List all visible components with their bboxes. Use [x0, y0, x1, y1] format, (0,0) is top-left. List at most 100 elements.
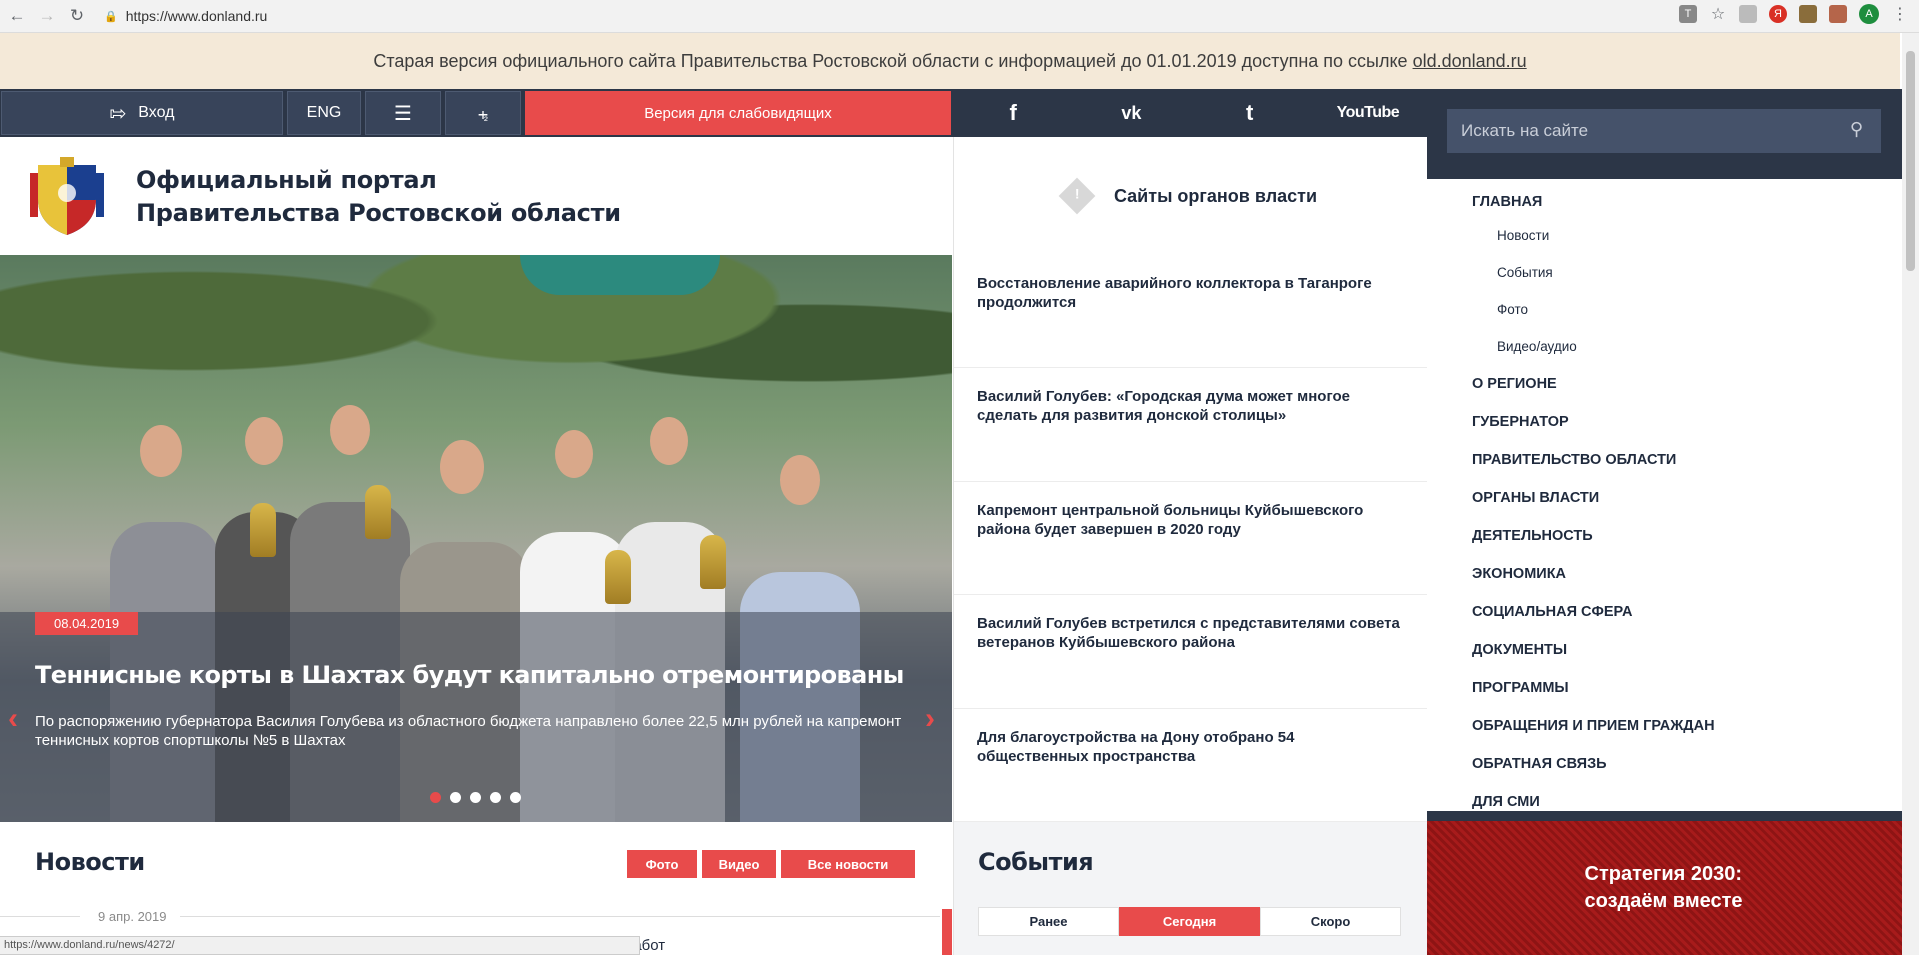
slider-dot[interactable]: [510, 792, 521, 803]
browser-toolbar: ← → ↻ 🔒 https://www.donland.ru T ☆ Я A ⋮: [0, 0, 1919, 33]
divider: [0, 916, 80, 917]
photo-button[interactable]: Фото: [627, 850, 697, 878]
all-news-button[interactable]: Все новости: [781, 850, 915, 878]
menu-item-appeals[interactable]: ОБРАЩЕНИЯ И ПРИЕМ ГРАЖДАН: [1472, 707, 1902, 745]
menu-item-activity[interactable]: ДЕЯТЕЛЬНОСТЬ: [1472, 517, 1902, 555]
authorities-label: Сайты органов власти: [1113, 185, 1318, 206]
tab-today[interactable]: Сегодня: [1119, 907, 1260, 936]
menu-item-governor[interactable]: ГУБЕРНАТОР: [1472, 403, 1902, 441]
browser-status-bar: https://www.donland.ru/news/4272/: [0, 936, 640, 955]
strategy-text: Стратегия 2030: создаём вместе: [1585, 861, 1745, 915]
yandex-extension-icon[interactable]: Я: [1769, 5, 1787, 23]
submenu-item-events[interactable]: События: [1472, 254, 1902, 291]
info-diamond-icon: [1058, 177, 1096, 215]
menu-item-documents[interactable]: ДОКУМЕНТЫ: [1472, 631, 1902, 669]
youtube-icon[interactable]: YouTube: [1309, 89, 1427, 137]
right-sidebar: ⚲ ГЛАВНАЯ Новости События Фото Видео/ауд…: [1427, 89, 1902, 955]
slider-dot[interactable]: [490, 792, 501, 803]
slider-pagination: [430, 792, 521, 803]
slider-next-icon[interactable]: ›: [925, 702, 935, 736]
slider-prev-icon[interactable]: ‹: [8, 702, 18, 736]
browser-menu-icon[interactable]: ⋮: [1891, 5, 1909, 23]
tab-soon[interactable]: Скоро: [1260, 907, 1401, 936]
list-item[interactable]: Василий Голубев: «Городская дума может м…: [954, 368, 1427, 482]
submenu-item-photo[interactable]: Фото: [1472, 291, 1902, 328]
strategy-line2: создаём вместе: [1584, 890, 1743, 912]
slider-dot[interactable]: [430, 792, 441, 803]
portal-title[interactable]: Официальный портал Правительства Ростовс…: [136, 164, 621, 230]
menu-item-media[interactable]: ДЛЯ СМИ: [1472, 783, 1902, 821]
news-list: Восстановление аварийного коллектора в Т…: [953, 255, 1427, 822]
video-button[interactable]: Видео: [702, 850, 776, 878]
search-icon[interactable]: ⚲: [1850, 119, 1863, 140]
tab-earlier[interactable]: Ранее: [978, 907, 1119, 936]
back-icon[interactable]: ←: [4, 3, 30, 29]
list-item[interactable]: Восстановление аварийного коллектора в Т…: [954, 255, 1427, 369]
news-headline: Для благоустройства на Дону отобрано 54 …: [977, 728, 1295, 765]
news-slider[interactable]: 08.04.2019 Теннисные корты в Шахтах буду…: [0, 255, 952, 822]
slider-dot[interactable]: [470, 792, 481, 803]
page-scrollbar[interactable]: [1902, 33, 1919, 955]
profile-avatar[interactable]: A: [1859, 4, 1879, 24]
menu-item-feedback[interactable]: ОБРАТНАЯ СВЯЗЬ: [1472, 745, 1902, 783]
old-site-link[interactable]: old.donland.ru: [1413, 51, 1527, 72]
slide-title[interactable]: Теннисные корты в Шахтах будут капитальн…: [35, 661, 904, 689]
news-date: 9 апр. 2019: [98, 909, 167, 924]
authorities-sites-button[interactable]: Сайты органов власти: [953, 137, 1427, 255]
menu-item-programs[interactable]: ПРОГРАММЫ: [1472, 669, 1902, 707]
bookmark-star-icon[interactable]: ☆: [1709, 5, 1727, 23]
login-label: Вход: [138, 104, 175, 121]
lock-icon: 🔒: [104, 10, 118, 23]
news-filter-buttons: Фото Видео Все новости: [627, 850, 915, 878]
search-input[interactable]: [1461, 121, 1841, 141]
menu-item-main[interactable]: ГЛАВНАЯ: [1472, 179, 1902, 217]
events-tabs: Ранее Сегодня Скоро: [978, 907, 1401, 936]
notice-text: Старая версия официального сайта Правите…: [373, 50, 1408, 71]
facebook-icon[interactable]: f: [954, 89, 1072, 137]
old-version-notice: Старая версия официального сайта Правите…: [0, 33, 1900, 89]
submenu-item-video-audio[interactable]: Видео/аудио: [1472, 328, 1902, 365]
main-menu: ГЛАВНАЯ Новости События Фото Видео/аудио…: [1427, 179, 1902, 811]
strategy-line1: Стратегия 2030:: [1584, 863, 1743, 885]
list-item[interactable]: Василий Голубев встретился с представите…: [954, 595, 1427, 709]
list-item[interactable]: Для благоустройства на Дону отобрано 54 …: [954, 709, 1427, 822]
login-button[interactable]: ⇰ Вход: [1, 91, 283, 135]
news-headline: Восстановление аварийного коллектора в Т…: [977, 275, 1372, 311]
site-toolbar: ⇰ Вход ENG ☰ ⨧ Версия для слабовидящих f…: [0, 89, 1427, 137]
address-bar[interactable]: https://www.donland.ru: [126, 8, 268, 24]
extension-icon[interactable]: [1799, 5, 1817, 23]
social-links: f vk t YouTube: [954, 89, 1427, 137]
sitemap-button[interactable]: ☰: [365, 91, 441, 135]
sitemap-icon: ☰: [394, 102, 412, 125]
twitter-icon[interactable]: t: [1191, 89, 1309, 137]
menu-item-authorities[interactable]: ОРГАНЫ ВЛАСТИ: [1472, 479, 1902, 517]
events-section: События Ранее Сегодня Скоро: [953, 822, 1427, 955]
coat-of-arms-icon[interactable]: [30, 155, 104, 237]
low-vision-button[interactable]: Версия для слабовидящих: [525, 91, 951, 135]
menu-item-economy[interactable]: ЭКОНОМИКА: [1472, 555, 1902, 593]
news-headline: Василий Голубев: «Городская дума может м…: [977, 388, 1351, 425]
slide-description: По распоряжению губернатора Василия Голу…: [35, 713, 902, 749]
list-item[interactable]: Капремонт центральной больницы Куйбышевс…: [954, 482, 1427, 596]
menu-item-government[interactable]: ПРАВИТЕЛЬСТВО ОБЛАСТИ: [1472, 441, 1902, 479]
vkontakte-icon[interactable]: vk: [1072, 89, 1190, 137]
reload-icon[interactable]: ↻: [64, 3, 90, 29]
menu-item-region[interactable]: О РЕГИОНЕ: [1472, 365, 1902, 403]
menu-item-social[interactable]: СОЦИАЛЬНАЯ СФЕРА: [1472, 593, 1902, 631]
slider-dot[interactable]: [450, 792, 461, 803]
strategy-2030-banner[interactable]: Стратегия 2030: создаём вместе: [1427, 821, 1902, 955]
scrollbar-thumb[interactable]: [1906, 51, 1915, 271]
news-headline: Капремонт центральной больницы Куйбышевс…: [977, 501, 1364, 538]
accent-strip: [942, 909, 952, 955]
extension-icon[interactable]: [1739, 5, 1757, 23]
divider: [180, 916, 940, 917]
submenu-item-news[interactable]: Новости: [1472, 217, 1902, 254]
translate-icon[interactable]: T: [1679, 5, 1697, 23]
news-section-title: Новости: [35, 848, 145, 876]
slide-date-badge: 08.04.2019: [35, 612, 139, 635]
rss-button[interactable]: ⨧: [445, 91, 521, 135]
pdf-extension-icon[interactable]: [1829, 5, 1847, 23]
events-title: События: [978, 848, 1094, 876]
english-button[interactable]: ENG: [287, 91, 361, 135]
forward-icon[interactable]: →: [34, 3, 60, 29]
